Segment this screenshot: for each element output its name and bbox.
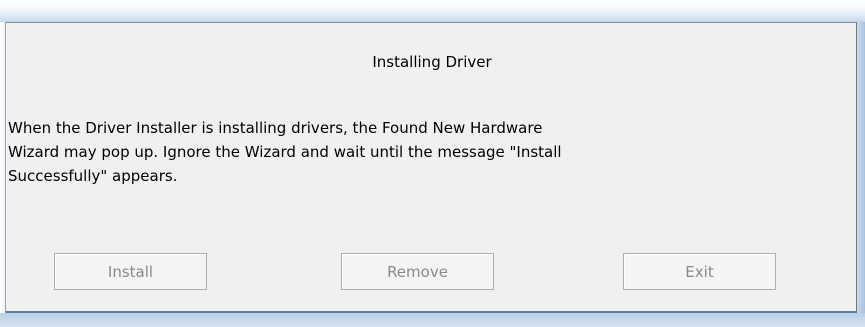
dialog-title: Installing Driver [372,53,492,71]
installer-dialog: Installing Driver When the Driver Instal… [5,22,857,313]
dialog-message: When the Driver Installer is installing … [8,116,848,188]
message-line: When the Driver Installer is installing … [8,119,543,137]
exit-button[interactable]: Exit [623,253,776,290]
message-line: Wizard may pop up. Ignore the Wizard and… [8,143,562,161]
remove-button[interactable]: Remove [341,253,494,290]
message-line: Successfully" appears. [8,167,178,185]
window-frame-right [857,22,865,327]
window-frame-top [0,0,865,22]
window-frame-bottom [0,313,865,327]
install-button[interactable]: Install [54,253,207,290]
